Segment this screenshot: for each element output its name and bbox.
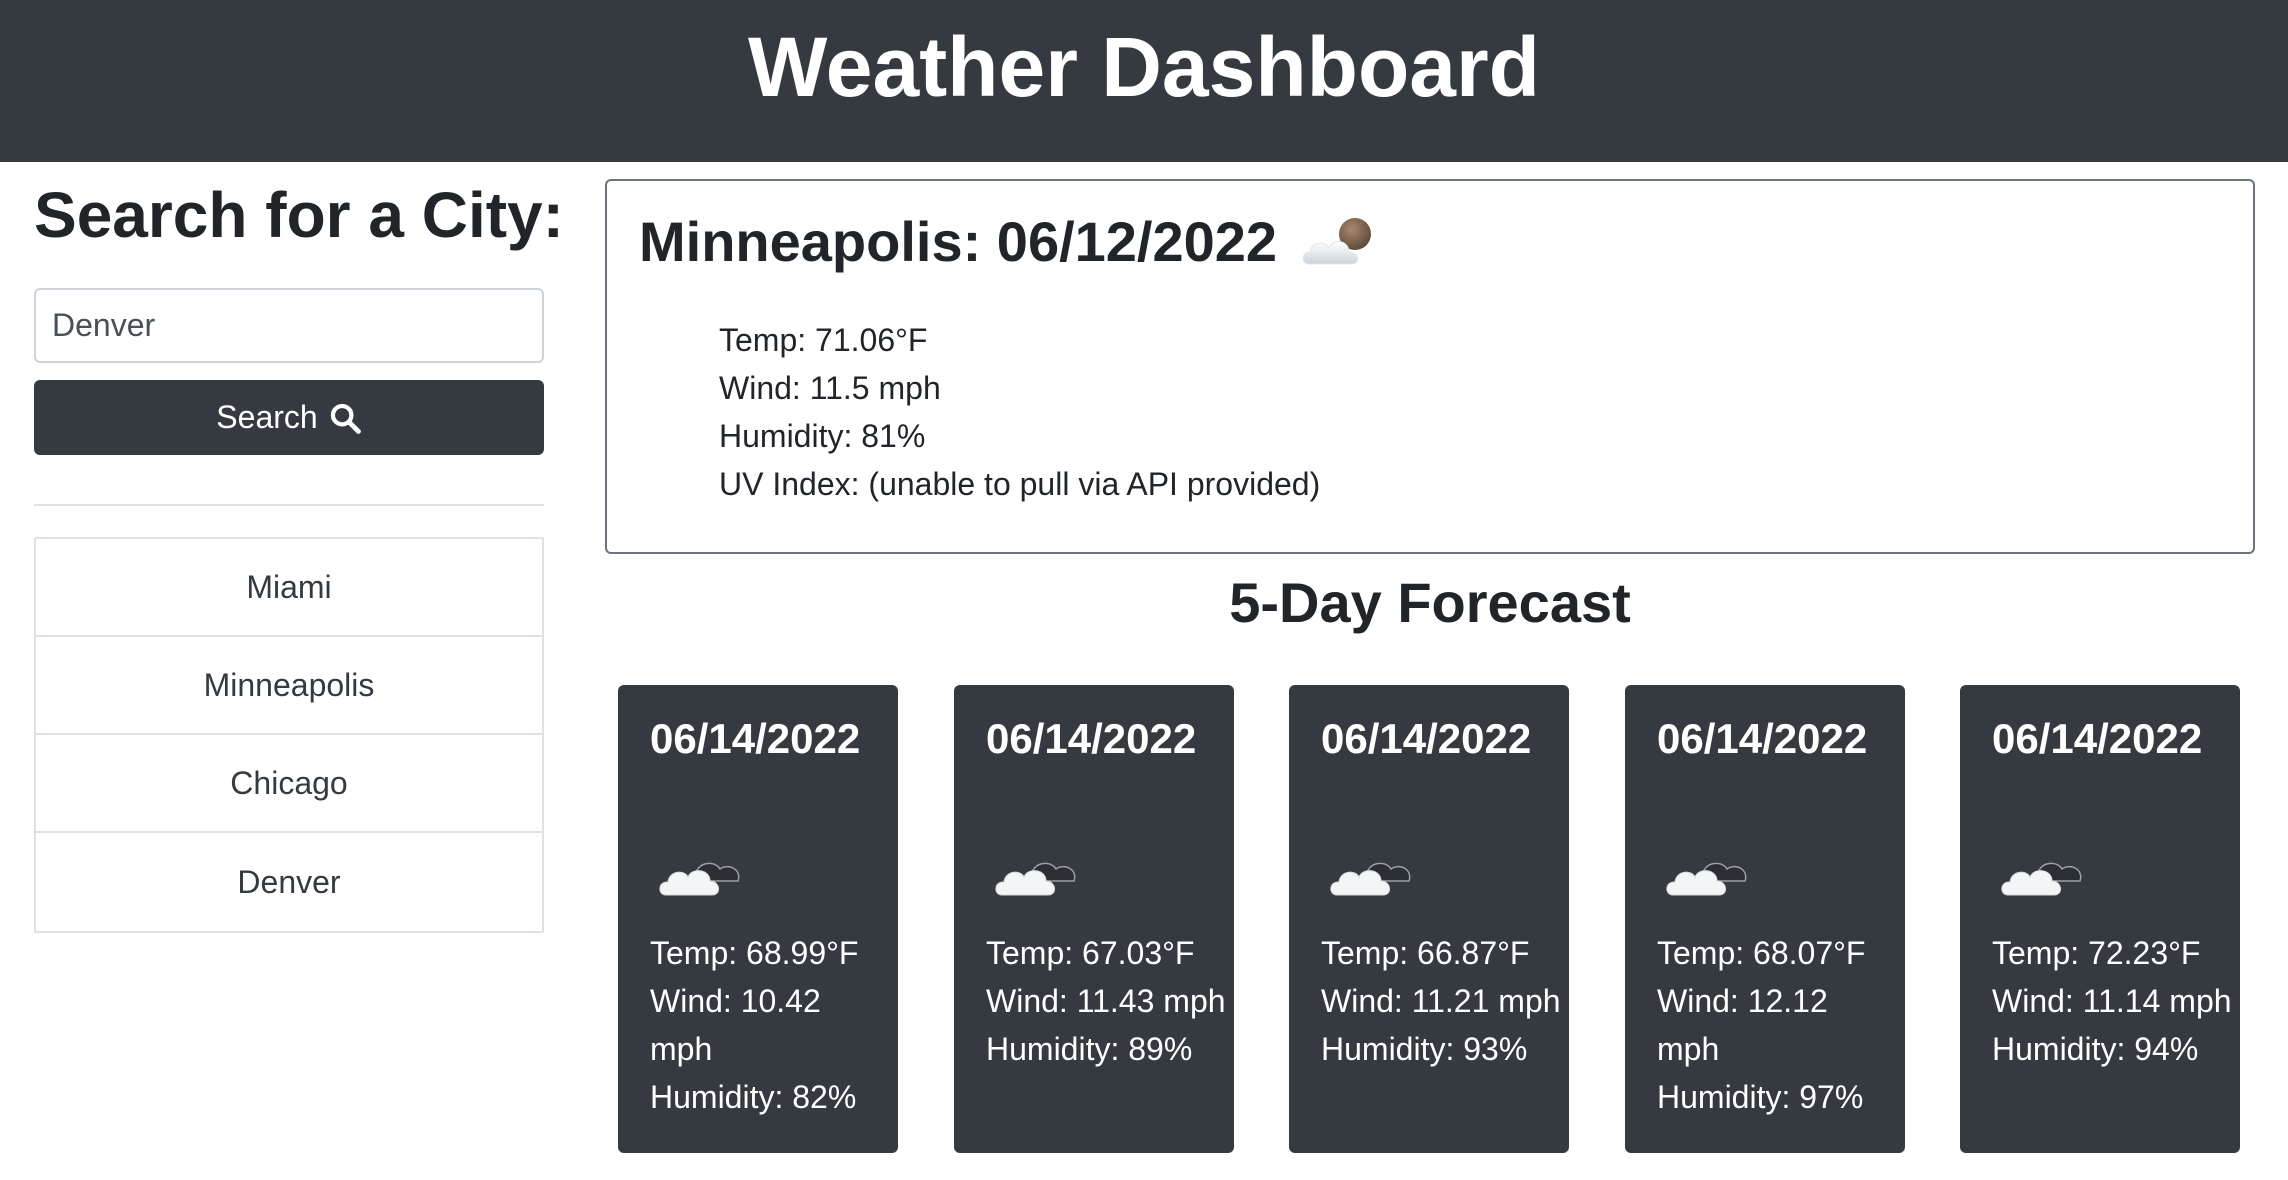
forecast-card: 06/14/2022 Temp: 68.99°F Wind: 10.42 mph… — [618, 685, 898, 1153]
forecast-card: 06/14/2022 Temp: 68.07°F Wind: 12.12 mph… — [1625, 685, 1905, 1153]
forecast-card: 06/14/2022 Temp: 72.23°F Wind: 11.14 mph… — [1960, 685, 2240, 1153]
current-city-date: Minneapolis: 06/12/2022 — [639, 210, 1278, 273]
forecast-humidity: Humidity: 89% — [986, 1031, 1193, 1067]
forecast-wind: Wind: 11.43 mph — [986, 983, 1226, 1019]
history-item-chicago[interactable]: Chicago — [36, 735, 542, 833]
cloudy-icon — [1330, 862, 1411, 896]
search-heading: Search for a City: — [34, 179, 564, 251]
current-uv-index: UV Index: (unable to pull via API provid… — [719, 466, 1321, 502]
current-humidity: Humidity: 81% — [719, 418, 926, 454]
forecast-temp: Temp: 68.99°F — [650, 935, 859, 971]
forecast-wind: Wind: 11.14 mph — [1992, 983, 2232, 1019]
current-weather-card: Minneapolis: 06/12/2022 Temp: 71.06°F Wi… — [605, 179, 2255, 554]
forecast-date: 06/14/2022 — [650, 715, 861, 762]
current-wind: Wind: 11.5 mph — [719, 370, 941, 406]
forecast-temp: Temp: 72.23°F — [1992, 935, 2201, 971]
forecast-temp: Temp: 68.07°F — [1657, 935, 1866, 971]
current-temp: Temp: 71.06°F — [719, 322, 928, 358]
history-item-miami[interactable]: Miami — [36, 539, 542, 637]
partly-cloudy-night-icon — [1302, 217, 1372, 264]
forecast-details: Temp: 67.03°F Wind: 11.43 mph Humidity: … — [986, 929, 1226, 1073]
forecast-wind: Wind: 12.12 mph — [1657, 983, 1828, 1067]
cloudy-icon — [1666, 862, 1747, 896]
history-item-denver[interactable]: Denver — [36, 833, 542, 931]
forecast-wind: Wind: 10.42 mph — [650, 983, 821, 1067]
current-weather-details: Temp: 71.06°F Wind: 11.5 mph Humidity: 8… — [719, 316, 1320, 508]
forecast-humidity: Humidity: 94% — [1992, 1031, 2199, 1067]
forecast-details: Temp: 68.99°F Wind: 10.42 mph Humidity: … — [650, 929, 890, 1121]
cloudy-icon — [2001, 862, 2082, 896]
forecast-details: Temp: 66.87°F Wind: 11.21 mph Humidity: … — [1321, 929, 1561, 1073]
search-history-list: Miami Minneapolis Chicago Denver — [34, 537, 544, 933]
forecast-details: Temp: 68.07°F Wind: 12.12 mph Humidity: … — [1657, 929, 1897, 1121]
search-button[interactable]: Search — [34, 380, 544, 455]
forecast-date: 06/14/2022 — [986, 715, 1197, 762]
forecast-card: 06/14/2022 Temp: 66.87°F Wind: 11.21 mph… — [1289, 685, 1569, 1153]
search-icon — [330, 403, 361, 434]
app-header: Weather Dashboard — [0, 0, 2288, 162]
current-weather-title: Minneapolis: 06/12/2022 — [639, 209, 1381, 274]
forecast-wind: Wind: 11.21 mph — [1321, 983, 1561, 1019]
search-button-label: Search — [216, 399, 318, 435]
forecast-temp: Temp: 67.03°F — [986, 935, 1195, 971]
forecast-details: Temp: 72.23°F Wind: 11.14 mph Humidity: … — [1992, 929, 2232, 1073]
forecast-heading: 5-Day Forecast — [1229, 571, 1631, 634]
cloudy-icon — [659, 862, 740, 896]
divider — [34, 504, 544, 506]
forecast-date: 06/14/2022 — [1657, 715, 1868, 762]
forecast-humidity: Humidity: 97% — [1657, 1079, 1864, 1115]
cloudy-icon — [995, 862, 1076, 896]
forecast-date: 06/14/2022 — [1992, 715, 2203, 762]
forecast-temp: Temp: 66.87°F — [1321, 935, 1530, 971]
history-item-minneapolis[interactable]: Minneapolis — [36, 637, 542, 735]
forecast-card: 06/14/2022 Temp: 67.03°F Wind: 11.43 mph… — [954, 685, 1234, 1153]
forecast-humidity: Humidity: 93% — [1321, 1031, 1528, 1067]
forecast-humidity: Humidity: 82% — [650, 1079, 857, 1115]
city-search-input[interactable] — [34, 288, 544, 363]
forecast-date: 06/14/2022 — [1321, 715, 1532, 762]
page-title: Weather Dashboard — [748, 19, 1540, 114]
